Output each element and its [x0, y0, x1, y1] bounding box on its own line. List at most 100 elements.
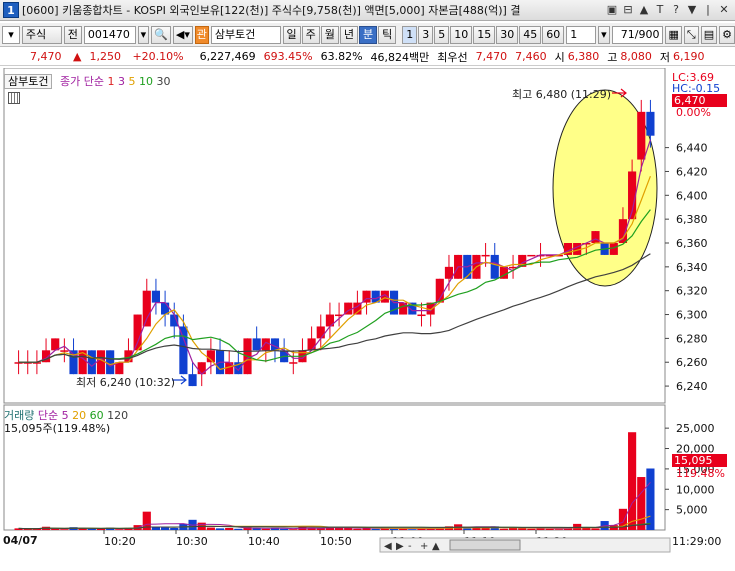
period-tabs: 일주월년분틱: [282, 25, 397, 44]
save-icon[interactable]: ▤: [700, 25, 718, 44]
candle-body: [142, 290, 151, 327]
time-tick-label: 10:30: [176, 535, 208, 548]
title-bar: 1 [0600] 키움종합차트 - KOSPI 외국인보유[122(천)] 주식…: [0, 0, 735, 21]
window-button-icon-1[interactable]: ⊟: [621, 3, 635, 17]
price-tick-label: 6,440: [676, 142, 708, 155]
scroll-control-icon: ▲: [432, 541, 440, 552]
interval-tab-5[interactable]: 5: [434, 25, 450, 44]
candle-body: [60, 350, 69, 352]
period-tab-분[interactable]: 분: [359, 25, 378, 44]
scroll-control-icon: ◀: [384, 541, 392, 552]
unit-input[interactable]: 1: [566, 25, 597, 44]
window-button-icon-0[interactable]: ▣: [605, 3, 619, 17]
period-tab-년[interactable]: 년: [339, 25, 359, 44]
change-value: 1,250: [89, 50, 121, 63]
price-ma-period-5: 5: [128, 75, 139, 88]
period-tab-월[interactable]: 월: [320, 25, 339, 44]
price-value: 7,470: [30, 50, 62, 63]
watch-badge[interactable]: 관: [194, 25, 209, 44]
price-tick-label: 6,360: [676, 237, 708, 250]
window-controls: ▣ ⊟ ▲ T? ▼ | ✕: [605, 3, 731, 17]
unit-dropdown-icon[interactable]: ▾: [598, 25, 610, 44]
low-label: 저: [659, 50, 671, 64]
price-tick-label: 6,420: [676, 165, 708, 178]
price-ma-period-3: 3: [117, 75, 129, 88]
volume-bar: [554, 529, 563, 530]
candle-body: [106, 350, 115, 375]
candle-body: [151, 290, 161, 303]
search-icon[interactable]: 🔍: [151, 25, 171, 44]
stock-name-label[interactable]: 삼부토건: [4, 74, 53, 89]
open-value: 6,380: [567, 50, 600, 63]
time-tick-label: 10:20: [104, 535, 136, 548]
volume-bar: [234, 528, 243, 530]
low-value: 6,190: [673, 50, 705, 63]
window-button-icon-7[interactable]: ✕: [717, 3, 731, 17]
price-tick-label: 6,320: [676, 285, 708, 298]
interval-tab-45[interactable]: 45: [519, 25, 542, 44]
window-button-icon-4[interactable]: ?: [669, 3, 683, 17]
interval-tab-60[interactable]: 60: [542, 25, 565, 44]
count-input[interactable]: 71/900: [611, 25, 664, 44]
candle-body: [307, 338, 316, 351]
volume-bar: [206, 527, 215, 530]
candle-body: [270, 338, 280, 351]
period-tab-일[interactable]: 일: [282, 25, 301, 44]
chart-area[interactable]: 6,440 6,420 6,400 6,380 6,360 6,340 6,320 6,300…: [0, 67, 735, 568]
turnover-value: 693.45%: [263, 50, 313, 63]
candle-body: [527, 254, 536, 257]
price-ma-period-1: 1: [107, 75, 118, 88]
zoom-icon[interactable]: ⤡: [683, 25, 699, 44]
volume-bar: [280, 528, 289, 530]
ma-periods: 1 3 5 10 30: [107, 75, 170, 88]
candle-body: [289, 362, 298, 364]
window-button-icon-6[interactable]: |: [701, 3, 715, 17]
volume-pct-box: 119.48%: [676, 467, 725, 480]
interval-tab-3[interactable]: 3: [418, 25, 434, 44]
volume-bar: [646, 468, 655, 530]
settings-icon[interactable]: ⚙: [719, 25, 735, 44]
price-tick-label: 6,300: [676, 309, 708, 322]
market-select[interactable]: 주식: [21, 25, 62, 44]
scroll-control-icon: -: [408, 541, 412, 552]
candle-body: [417, 314, 426, 317]
stock-code-input[interactable]: 001470: [83, 25, 136, 44]
volume-bar: [51, 528, 60, 530]
volume-bar: [637, 477, 646, 530]
indicator-icon[interactable]: [8, 92, 20, 104]
scroll-thumb: [449, 539, 521, 551]
menu-icon[interactable]: ▾: [2, 25, 20, 44]
prev-button[interactable]: 전: [63, 25, 82, 44]
count-value: 71: [620, 27, 635, 41]
candle-body: [252, 338, 261, 351]
high-label: 고: [607, 50, 618, 64]
change-rate: +20.10%: [132, 50, 184, 63]
volume-current-box: 15,095: [672, 454, 727, 467]
code-dropdown-icon[interactable]: ▾: [137, 25, 150, 44]
interval-tab-1[interactable]: 1: [402, 25, 418, 44]
interval-tab-30[interactable]: 30: [496, 25, 519, 44]
interval-tab-10[interactable]: 10: [450, 25, 473, 44]
volume-current: 15,095주(119.48%): [4, 422, 111, 435]
period-tab-주[interactable]: 주: [301, 25, 320, 44]
high-annotation: 최고 6,480 (11:29): [512, 88, 612, 101]
volume-tick-label: 5,000: [676, 504, 708, 517]
window-button-icon-5[interactable]: ▼: [685, 3, 699, 17]
open-label: 시: [554, 50, 565, 64]
candle-body: [96, 350, 106, 375]
interval-tab-15[interactable]: 15: [473, 25, 496, 44]
current-price: 7,470 ▲: [30, 50, 82, 63]
window-button-icon-3[interactable]: T: [653, 3, 667, 17]
candlestick-chart[interactable]: 6,440 6,420 6,400 6,380 6,360 6,340 6,320 6,300…: [0, 67, 735, 568]
speaker-icon[interactable]: ◀▾: [172, 25, 193, 44]
window-button-icon-2[interactable]: ▲: [637, 3, 651, 17]
period-tab-틱[interactable]: 틱: [378, 25, 397, 44]
ma-label: 종가 단순: [59, 75, 104, 88]
bid-value: 7,460: [515, 50, 547, 63]
volume-bar: [499, 528, 508, 530]
volume-tick-label: 25,000: [676, 422, 715, 435]
price-legend: 삼부토건 종가 단순 1 3 5 10 30: [4, 73, 170, 89]
chart-icon[interactable]: ▦: [665, 25, 682, 44]
stock-name-field: 삼부토건: [210, 25, 281, 44]
ratio-value: 63.82%: [320, 50, 363, 63]
